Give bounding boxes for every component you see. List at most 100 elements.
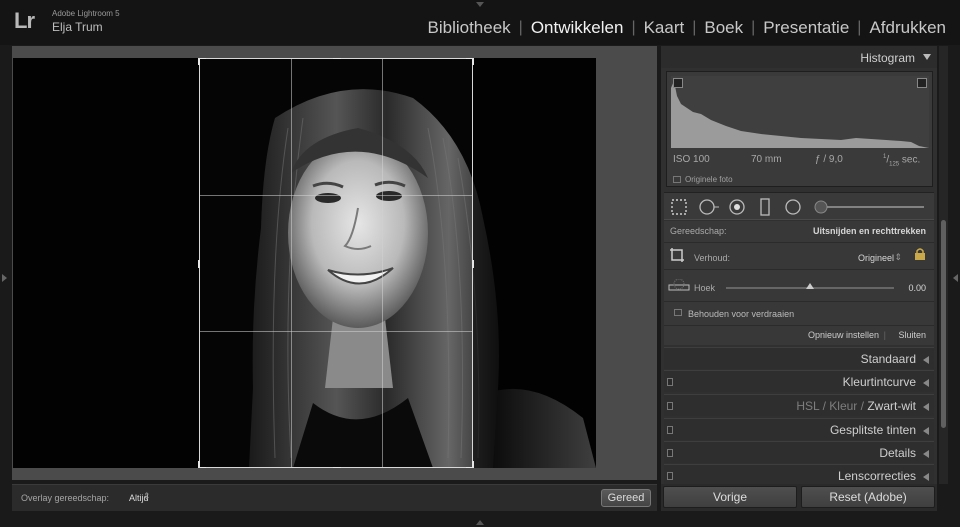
panel-toggle-switch[interactable] [667, 426, 673, 434]
done-button[interactable]: Gereed [601, 489, 651, 507]
panel-toggle-switch[interactable] [667, 472, 673, 480]
spot-removal-tool-icon[interactable] [698, 198, 720, 216]
radial-filter-icon[interactable] [784, 198, 802, 216]
aspect-select[interactable]: Origineel [858, 253, 894, 263]
iso-value: ISO 100 [673, 154, 710, 165]
crop-grid-line [382, 59, 383, 467]
crop-handle-right[interactable] [472, 260, 474, 268]
expand-triangle-icon[interactable] [923, 427, 929, 435]
photo-preview [13, 58, 596, 468]
image-canvas [12, 46, 657, 480]
right-panel: Histogram ISO 100 70 mm ƒ / 9,0 1/125 se… [661, 46, 937, 484]
filmstrip-toggle-icon[interactable] [476, 520, 484, 525]
panel-toggle-switch[interactable] [667, 402, 673, 410]
tab-hsl[interactable]: HSL [796, 399, 819, 413]
expand-triangle-icon[interactable] [923, 403, 929, 411]
histogram: ISO 100 70 mm ƒ / 9,0 1/125 sec. Origine… [666, 71, 933, 187]
panel-toggle-switch[interactable] [667, 449, 673, 457]
crop-overlay-tool-icon[interactable] [670, 198, 688, 216]
aspect-label: Verhoud: [694, 253, 731, 263]
graduated-filter-icon[interactable] [758, 198, 772, 216]
crop-frame[interactable] [198, 58, 474, 468]
reset-crop-button[interactable]: Opnieuw instellen [808, 330, 879, 340]
divider [664, 301, 934, 302]
crop-angle-tool-icon[interactable] [669, 247, 685, 263]
right-panel-toggle-icon[interactable] [953, 274, 958, 282]
develop-bottom-buttons: Vorige Reset (Adobe) [661, 484, 937, 511]
adjustment-brush-icon[interactable] [812, 198, 927, 216]
red-eye-tool-icon[interactable] [728, 198, 746, 216]
focal-length: 70 mm [751, 154, 782, 165]
identity-plate: Elja Trum [52, 20, 103, 34]
module-book[interactable]: Boek [696, 18, 751, 38]
crop-mask-left [13, 58, 199, 468]
previous-button[interactable]: Vorige [663, 486, 797, 508]
select-arrows-icon[interactable]: ⇕ [894, 252, 902, 263]
histogram-header[interactable]: Histogram [661, 46, 937, 68]
lightroom-logo: Lr [14, 8, 35, 33]
angle-label: Hoek [694, 283, 716, 293]
crop-settings-panel: Gereedschap: Uitsnijden en rechttrekken … [664, 221, 934, 345]
highlight-clipping-icon[interactable] [917, 78, 927, 88]
crop-grid-line [200, 195, 472, 196]
panel-basic[interactable]: Standaard [664, 347, 934, 369]
panel-details[interactable]: Details [664, 441, 934, 463]
close-crop-button[interactable]: Sluiten [898, 330, 926, 340]
constrain-label[interactable]: Behouden voor verdraaien [688, 309, 794, 319]
panel-split-toning[interactable]: Gesplitste tinten [664, 418, 934, 440]
panel-tone-curve[interactable]: Kleurtintcurve [664, 370, 934, 392]
expand-triangle-icon[interactable] [923, 379, 929, 387]
module-develop[interactable]: Ontwikkelen [523, 18, 632, 38]
tab-color[interactable]: Kleur [829, 399, 857, 413]
tool-label: Gereedschap: [670, 226, 727, 236]
crop-toolbar: Overlay gereedschap: Altijd ⇕ Gereed [12, 484, 657, 511]
crop-grid-line [200, 331, 472, 332]
original-photo-toggle[interactable]: Originele foto [673, 175, 733, 184]
module-slideshow[interactable]: Presentatie [755, 18, 857, 38]
tool-strip [664, 192, 934, 220]
crop-grid-line [291, 59, 292, 467]
select-arrows-icon[interactable]: ⇕ [143, 491, 151, 502]
collapse-triangle-icon[interactable] [923, 54, 931, 60]
top-panel-toggle-icon[interactable] [476, 2, 484, 7]
tab-black-white[interactable]: Zwart-wit [867, 399, 916, 413]
crop-handle-bottom-right[interactable] [472, 461, 474, 468]
shadow-clipping-icon[interactable] [673, 78, 683, 88]
crop-handle-left[interactable] [198, 260, 200, 268]
lock-icon[interactable] [914, 248, 926, 260]
expand-triangle-icon[interactable] [923, 450, 929, 458]
histogram-curve [671, 81, 929, 148]
module-map[interactable]: Kaart [636, 18, 693, 38]
shutter-speed: 1/125 sec. [883, 154, 921, 168]
crop-handle-top[interactable] [333, 58, 341, 59]
panel-toggle-switch[interactable] [667, 378, 673, 386]
crop-handle-bottom-left[interactable] [198, 461, 200, 468]
straighten-tool-icon[interactable] [668, 279, 690, 295]
module-print[interactable]: Afdrukken [861, 18, 954, 38]
divider [664, 269, 934, 270]
module-library[interactable]: Bibliotheek [420, 18, 519, 38]
expand-triangle-icon[interactable] [923, 356, 929, 364]
expand-triangle-icon[interactable] [923, 473, 929, 481]
panel-scrollbar-thumb[interactable] [941, 220, 946, 428]
tool-value: Uitsnijden en rechttrekken [812, 226, 926, 236]
crop-mask-right [473, 58, 596, 468]
crop-handle-top-left[interactable] [198, 58, 200, 65]
constrain-checkbox[interactable] [674, 309, 682, 316]
app-name: Adobe Lightroom 5 [52, 9, 120, 18]
button-separator: | [883, 330, 886, 340]
reset-button[interactable]: Reset (Adobe) [801, 486, 935, 508]
panel-lens-corrections[interactable]: Lenscorrecties [664, 464, 934, 484]
crop-handle-bottom[interactable] [333, 467, 341, 468]
histogram-graph [671, 76, 929, 148]
original-photo-checkbox[interactable] [673, 176, 681, 183]
overlay-tool-label: Overlay gereedschap: [21, 493, 110, 503]
crop-handle-top-right[interactable] [472, 58, 474, 65]
divider [664, 242, 934, 243]
left-panel-toggle-icon[interactable] [2, 274, 7, 282]
divider [664, 325, 934, 326]
angle-slider-knob[interactable] [806, 283, 814, 289]
histogram-title: Histogram [860, 51, 915, 65]
angle-value[interactable]: 0.00 [908, 283, 926, 293]
panel-hsl[interactable]: HSL / Kleur / Zwart-wit [664, 394, 934, 416]
